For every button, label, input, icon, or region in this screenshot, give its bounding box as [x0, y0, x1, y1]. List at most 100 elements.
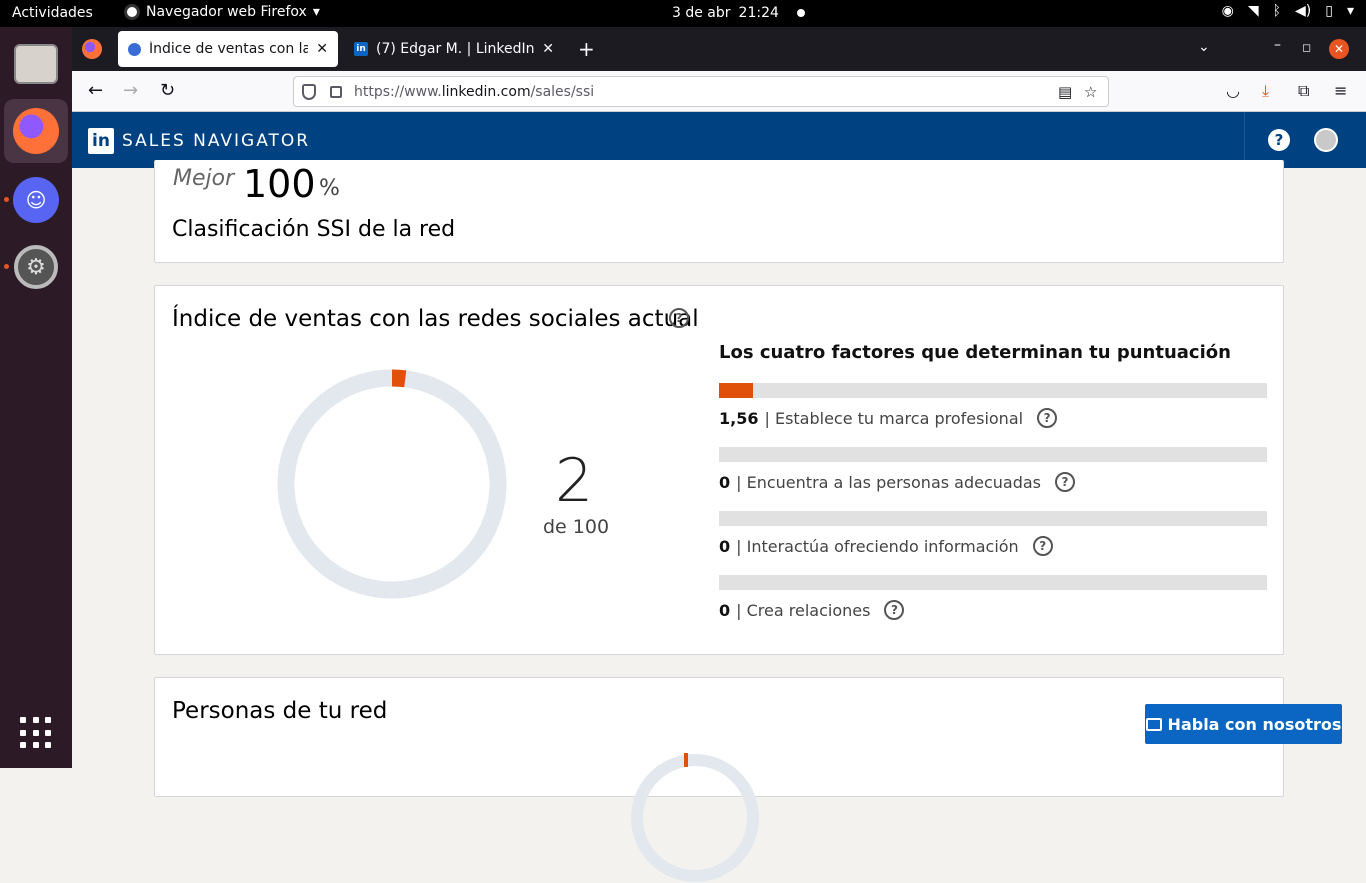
firefox-icon: [124, 4, 140, 20]
tab-bar: Índice de ventas con las redes sociales …: [72, 27, 1366, 71]
avatar[interactable]: [1314, 128, 1338, 152]
dock-settings[interactable]: ⚙: [4, 235, 68, 299]
nav-bar: ← → ↻ https://www.linkedin.com/sales/ssi…: [72, 71, 1366, 112]
factor-bar: [719, 511, 1267, 526]
battery-icon: ▯: [1325, 3, 1333, 19]
dock: ☺ ⚙: [0, 27, 72, 768]
factor-row: 0 | Interactúa ofreciendo información ?: [719, 536, 1053, 556]
factor-bar: [719, 575, 1267, 590]
donut-track: [277, 369, 507, 599]
factor-row: 0 | Crea relaciones ?: [719, 600, 905, 620]
menu-icon[interactable]: ≡: [1334, 81, 1347, 100]
network-title: Personas de tu red: [172, 698, 388, 724]
activities-button[interactable]: Actividades: [12, 5, 93, 21]
rank-value: 100: [243, 162, 316, 206]
rank-label: Mejor: [173, 166, 235, 191]
factor-value: 0: [719, 536, 731, 556]
system-tray[interactable]: ◉ ◥ ᛒ ◀) ▯ ▾: [1222, 3, 1354, 19]
ssi-title: Índice de ventas con las redes sociales …: [172, 306, 699, 332]
chat-icon: [1145, 717, 1162, 731]
clock-date: 3 de abr: [672, 5, 731, 21]
help-icon[interactable]: ?: [1268, 129, 1290, 151]
restore-icon[interactable]: ◻: [1302, 41, 1311, 54]
linkedin-icon: in: [354, 42, 368, 56]
lock-icon[interactable]: [330, 85, 342, 98]
chevron-down-icon: ▾: [1346, 3, 1354, 19]
files-icon: [14, 44, 58, 84]
shield-icon[interactable]: [302, 83, 316, 100]
dock-files[interactable]: [4, 32, 68, 96]
close-icon[interactable]: ✕: [316, 41, 328, 57]
download-icon[interactable]: ⤓: [1262, 81, 1269, 101]
factor-label: | Encuentra a las personas adecuadas: [736, 472, 1042, 492]
ssi-donut-chart: [277, 369, 507, 599]
factor-bar-fill: [719, 383, 754, 398]
firefox-view-icon[interactable]: [82, 39, 102, 59]
dock-firefox[interactable]: [4, 99, 68, 163]
clock-time: 21:24: [738, 5, 779, 21]
pocket-icon[interactable]: ◡: [1226, 81, 1240, 100]
help-icon[interactable]: ?: [1037, 408, 1058, 428]
reload-icon[interactable]: ↻: [160, 80, 175, 101]
network-card: Personas de tu red: [154, 677, 1284, 882]
network-rank-card: Mejor 100 % Clasificación SSI de la red: [154, 160, 1284, 263]
wifi-icon: ◥: [1247, 3, 1259, 19]
app-menu-label: Navegador web Firefox: [146, 4, 307, 20]
back-icon[interactable]: ←: [88, 80, 103, 101]
chevron-down-icon[interactable]: ⌄: [1198, 39, 1210, 55]
firefox-icon: [13, 108, 59, 154]
network-donut-chart: [631, 753, 759, 882]
show-apps-icon[interactable]: [20, 717, 52, 749]
url-bar[interactable]: https://www.linkedin.com/sales/ssi ▤ ☆: [293, 76, 1109, 107]
sales-navigator-title[interactable]: SALES NAVIGATOR: [122, 131, 310, 151]
factors-title: Los cuatro factores que determinan tu pu…: [719, 342, 1231, 363]
help-icon[interactable]: ?: [669, 308, 689, 328]
close-window-icon[interactable]: ✕: [1329, 39, 1349, 59]
volume-icon: ◀): [1295, 3, 1312, 19]
bluetooth-icon: ᛒ: [1272, 3, 1282, 19]
factor-value: 0: [719, 600, 731, 620]
discord-icon: ☺: [13, 177, 59, 223]
rank-title: Clasificación SSI de la red: [172, 217, 456, 242]
discord-tray-icon: ◉: [1221, 3, 1234, 19]
factor-label: | Establece tu marca profesional: [764, 408, 1024, 428]
factor-value: 1,56: [719, 408, 759, 428]
url-text[interactable]: https://www.linkedin.com/sales/ssi: [354, 84, 594, 100]
rank-unit: %: [319, 176, 340, 201]
extensions-icon[interactable]: ⧉: [1298, 81, 1309, 101]
app-menu[interactable]: Navegador web Firefox ▾: [124, 4, 320, 20]
linkedin-logo[interactable]: in: [88, 128, 114, 154]
chat-button[interactable]: Habla con nosotros: [1145, 704, 1342, 744]
minimize-icon[interactable]: –: [1274, 37, 1281, 53]
factor-bar: [719, 383, 1267, 398]
ssi-score-of: de 100: [543, 516, 610, 538]
chevron-down-icon: ▾: [312, 4, 320, 20]
factor-bar: [719, 447, 1267, 462]
tab-title: (7) Edgar M. | LinkedIn: [376, 41, 535, 57]
compass-icon: [128, 42, 141, 56]
chat-button-label: Habla con nosotros: [1167, 714, 1342, 734]
tab-ssi[interactable]: Índice de ventas con las redes sociales …: [118, 31, 338, 67]
help-icon[interactable]: ?: [1055, 472, 1076, 492]
tab-linkedin[interactable]: in (7) Edgar M. | LinkedIn ✕: [344, 31, 564, 67]
clock[interactable]: 3 de abr 21:24: [672, 5, 805, 21]
factor-value: 0: [719, 472, 731, 492]
new-tab-icon[interactable]: +: [578, 37, 595, 61]
tab-title: Índice de ventas con las redes sociales: [149, 41, 309, 57]
reader-view-icon[interactable]: ▤: [1058, 83, 1072, 101]
ssi-card: Índice de ventas con las redes sociales …: [154, 285, 1284, 655]
settings-icon: ⚙: [14, 245, 58, 289]
notification-dot: [796, 9, 805, 17]
factor-row: 1,56 | Establece tu marca profesional ?: [719, 408, 1058, 428]
forward-icon[interactable]: →: [123, 80, 138, 101]
factor-label: | Interactúa ofreciendo información: [736, 536, 1019, 556]
system-top-bar: Actividades Navegador web Firefox ▾ 3 de…: [0, 0, 1366, 27]
factor-row: 0 | Encuentra a las personas adecuadas ?: [719, 472, 1076, 492]
ssi-score: 2: [555, 446, 594, 516]
close-icon[interactable]: ✕: [542, 41, 554, 57]
dock-discord[interactable]: ☺: [4, 168, 68, 232]
donut-track: [631, 754, 759, 882]
help-icon[interactable]: ?: [1032, 536, 1053, 556]
bookmark-star-icon[interactable]: ☆: [1084, 83, 1097, 101]
help-icon[interactable]: ?: [884, 600, 905, 620]
